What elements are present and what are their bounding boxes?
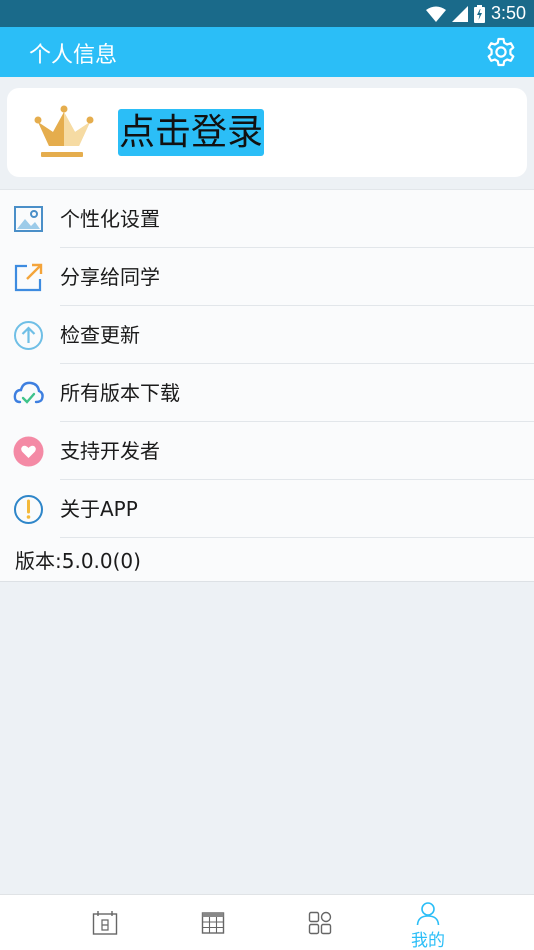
divider — [60, 537, 534, 538]
page-title: 个人信息 — [29, 43, 118, 68]
menu-item-label: 个性化设置 — [60, 207, 160, 231]
nav-tab-table[interactable] — [183, 895, 243, 950]
menu-item-label: 检查更新 — [60, 323, 140, 347]
cloud-check-icon — [13, 381, 44, 404]
menu-item-personalize[interactable]: 个性化设置 — [0, 190, 534, 248]
person-icon — [416, 902, 440, 925]
info-exclamation-icon — [14, 495, 43, 524]
calendar-day-icon — [92, 911, 118, 935]
login-card[interactable]: 点击登录 — [7, 88, 527, 177]
heart-icon — [13, 436, 44, 467]
version-text: 版本:5.0.0(0) — [15, 549, 141, 573]
battery-charging-icon — [473, 4, 485, 23]
menu-item-label: 分享给同学 — [60, 265, 160, 289]
nav-tab-mine[interactable]: 我的 — [398, 895, 458, 950]
menu-item-label: 关于APP — [60, 497, 138, 521]
status-bar: 3:50 — [0, 0, 534, 27]
nav-tab-day[interactable] — [75, 895, 135, 950]
menu-item-check-update[interactable]: 检查更新 — [0, 306, 534, 364]
signal-icon — [451, 5, 468, 22]
status-time: 3:50 — [490, 3, 526, 23]
wifi-icon — [425, 6, 446, 22]
settings-menu: 个性化设置 分享给同学 检查更新 所有版本下载 支持开发者 关于APP 版本:5… — [0, 189, 534, 582]
menu-item-about[interactable]: 关于APP — [0, 480, 534, 538]
table-icon — [201, 912, 225, 934]
nav-tab-label: 我的 — [411, 931, 445, 950]
app-bar: 个人信息 — [0, 27, 534, 77]
share-icon — [14, 263, 43, 292]
image-icon — [14, 206, 43, 232]
crown-icon — [34, 105, 94, 157]
menu-item-all-versions[interactable]: 所有版本下载 — [0, 364, 534, 422]
grid-apps-icon — [308, 911, 332, 935]
upload-arrow-icon — [14, 321, 43, 350]
bottom-nav: 我的 — [0, 894, 534, 950]
nav-tab-apps[interactable] — [290, 895, 350, 950]
menu-item-label: 所有版本下载 — [60, 381, 180, 405]
gear-icon[interactable] — [485, 36, 517, 68]
menu-item-share[interactable]: 分享给同学 — [0, 248, 534, 306]
menu-item-label: 支持开发者 — [60, 439, 160, 463]
menu-item-support-dev[interactable]: 支持开发者 — [0, 422, 534, 480]
login-button[interactable]: 点击登录 — [118, 109, 265, 156]
